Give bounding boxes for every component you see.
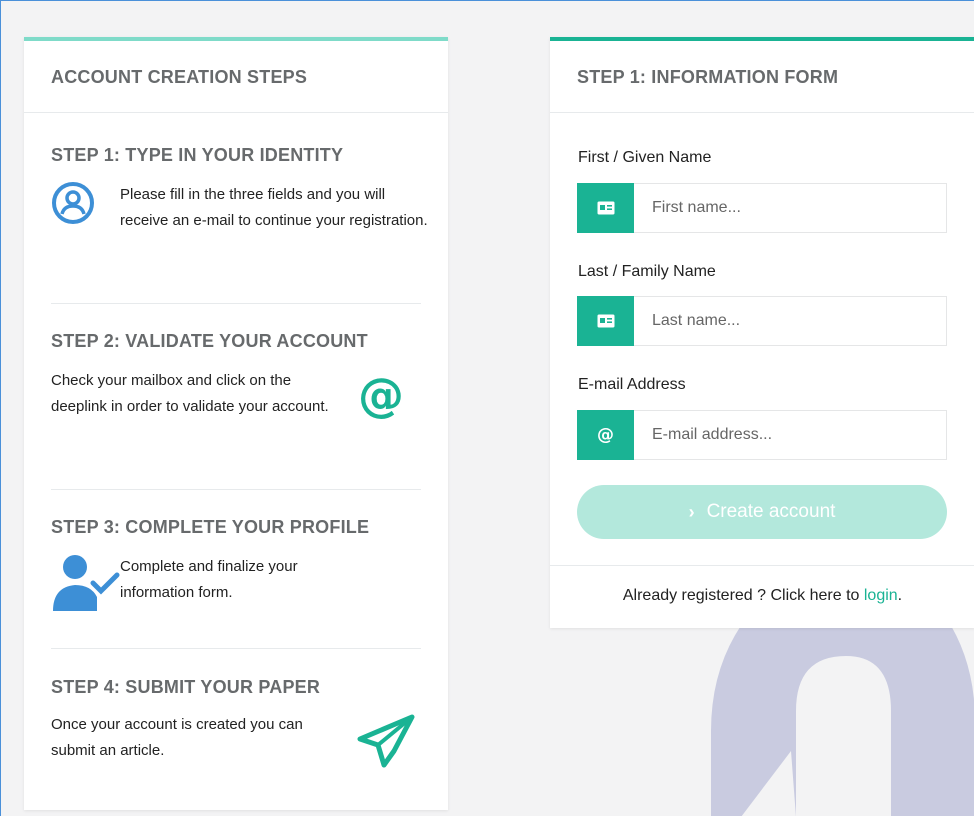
user-circle-icon: [51, 181, 95, 230]
step-3: STEP 3: COMPLETE YOUR PROFILE: [51, 517, 421, 538]
paper-plane-icon: [354, 713, 418, 774]
footer-divider: [550, 565, 974, 566]
id-card-icon: [577, 183, 634, 233]
email-input[interactable]: [634, 410, 947, 460]
steps-panel-header: ACCOUNT CREATION STEPS: [24, 41, 448, 113]
form-panel: STEP 1: INFORMATION FORM First / Given N…: [550, 37, 974, 628]
step-3-text: Complete and finalize your information f…: [120, 558, 298, 601]
form-panel-header: STEP 1: INFORMATION FORM: [550, 41, 974, 113]
at-sign-icon: @: [577, 410, 634, 460]
id-card-icon: [577, 296, 634, 346]
step-divider: [51, 489, 421, 490]
step-divider: [51, 303, 421, 304]
create-account-button[interactable]: › Create account: [577, 485, 947, 539]
email-label: E-mail Address: [578, 376, 686, 393]
step-2-title: STEP 2: VALIDATE YOUR ACCOUNT: [51, 331, 368, 351]
steps-panel: ACCOUNT CREATION STEPS STEP 1: TYPE IN Y…: [24, 37, 448, 810]
chevron-right-icon: ›: [688, 501, 695, 522]
last-name-label: Last / Family Name: [578, 263, 716, 280]
create-account-label: Create account: [706, 501, 836, 522]
login-link[interactable]: login: [864, 587, 898, 604]
user-check-icon: [51, 553, 123, 618]
first-name-group: [577, 183, 947, 233]
step-divider: [51, 648, 421, 649]
step-4: STEP 4: SUBMIT YOUR PAPER: [51, 677, 421, 698]
login-prompt-text: Already registered ? Click here to: [622, 587, 864, 604]
at-sign-icon: @: [356, 368, 406, 426]
last-name-group: [577, 296, 947, 346]
email-group: @: [577, 410, 947, 460]
step-2: STEP 2: VALIDATE YOUR ACCOUNT: [51, 331, 421, 352]
step-1: STEP 1: TYPE IN YOUR IDENTITY: [51, 145, 421, 166]
step-1-text: Please fill in the three fields and you …: [120, 186, 428, 229]
first-name-label: First / Given Name: [578, 149, 712, 166]
step-1-title: STEP 1: TYPE IN YOUR IDENTITY: [51, 145, 344, 165]
first-name-input[interactable]: [634, 183, 947, 233]
step-3-title: STEP 3: COMPLETE YOUR PROFILE: [51, 517, 370, 537]
svg-text:@: @: [358, 371, 404, 421]
login-prompt: Already registered ? Click here to login…: [550, 587, 974, 605]
login-prompt-suffix: .: [897, 587, 903, 604]
last-name-input[interactable]: [634, 296, 947, 346]
step-4-title: STEP 4: SUBMIT YOUR PAPER: [51, 677, 321, 697]
step-2-text: Check your mailbox and click on the deep…: [51, 372, 329, 415]
step-4-text: Once your account is created you can sub…: [51, 716, 303, 759]
